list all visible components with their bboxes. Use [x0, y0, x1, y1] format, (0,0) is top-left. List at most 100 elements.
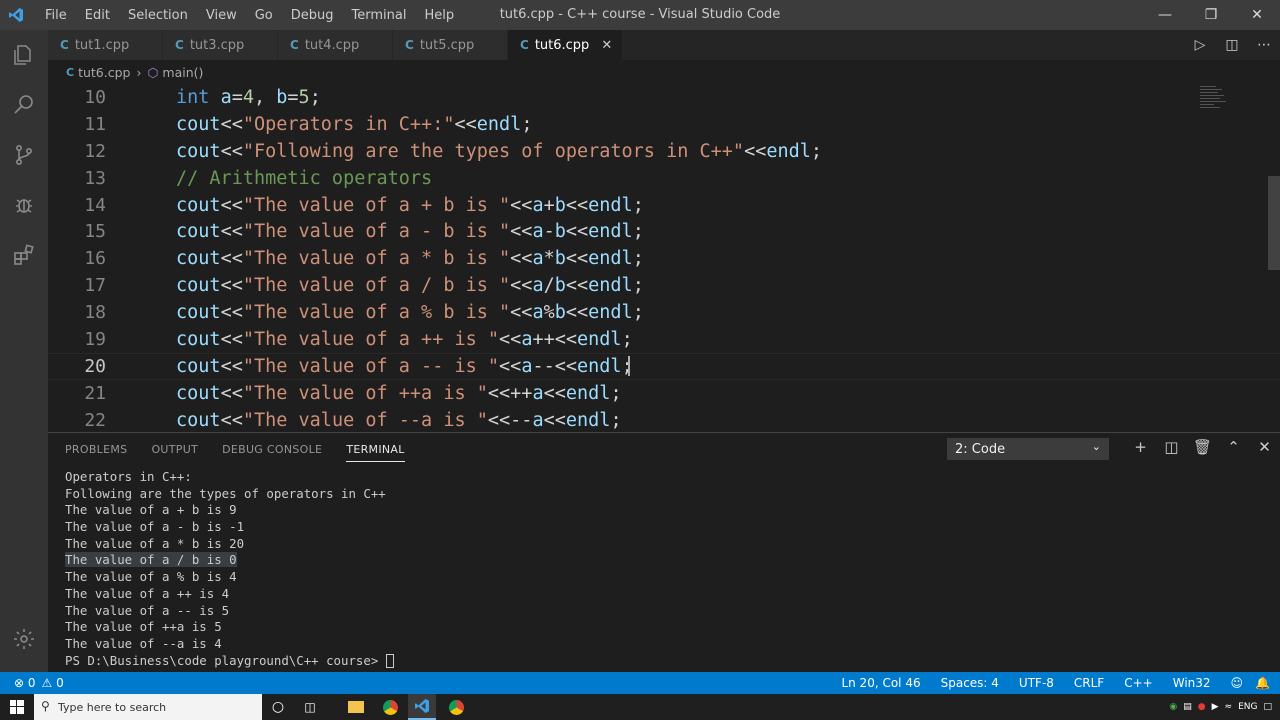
- cortana-icon[interactable]: ○: [264, 694, 292, 720]
- terminal-line: The value of a -- is 5: [65, 602, 230, 618]
- menu-go[interactable]: Go: [246, 8, 282, 23]
- line-number: 22: [84, 409, 106, 430]
- debug-icon[interactable]: [0, 180, 48, 230]
- terminal-output[interactable]: Operators in C++: Following are the type…: [48, 469, 1280, 669]
- tab-output[interactable]: OUTPUT: [151, 443, 198, 456]
- code-line: 14 cout<<"The value of a + b is "<<a+b<<e…: [48, 192, 1280, 219]
- record-icon[interactable]: ●: [1198, 702, 1206, 712]
- cursor-position[interactable]: Ln 20, Col 46: [841, 676, 920, 690]
- encoding[interactable]: UTF-8: [1019, 676, 1054, 690]
- cpp-file-icon: C: [60, 38, 69, 52]
- windows-start-icon[interactable]: [3, 694, 31, 720]
- line-number: 13: [84, 167, 106, 189]
- more-actions-icon[interactable]: ⋯: [1248, 37, 1280, 53]
- split-terminal-icon[interactable]: ◫: [1156, 438, 1187, 456]
- taskbar-search[interactable]: ⚲ Type here to search: [34, 694, 262, 720]
- code-text: cout<<"The value of a / b is "<<a/b<<end…: [176, 275, 644, 297]
- code-editor[interactable]: 10 int a=4, b=5; 11 cout<<"Operators in C+…: [48, 84, 1280, 430]
- menu-help[interactable]: Help: [415, 8, 463, 23]
- menu-file[interactable]: File: [36, 8, 76, 23]
- code-line-current: 20 cout<<"The value of a -- is "<<a--<<en…: [48, 352, 1280, 380]
- terminal-select[interactable]: 2: Code ⌄: [947, 438, 1109, 460]
- code-line: 22 cout<<"The value of --a is "<<--a<<end…: [48, 407, 1280, 430]
- search-icon[interactable]: [0, 80, 48, 130]
- volume-icon[interactable]: ▶: [1212, 702, 1219, 712]
- tab-tut3[interactable]: Ctut3.cpp: [163, 30, 278, 60]
- terminal-cursor: [385, 654, 394, 669]
- platform[interactable]: Win32: [1173, 676, 1211, 690]
- terminal-select-value: 2: Code: [955, 441, 1006, 457]
- tab-label: tut1.cpp: [74, 37, 130, 53]
- menu-selection[interactable]: Selection: [119, 8, 197, 23]
- file-explorer-icon[interactable]: [342, 694, 370, 720]
- minimap[interactable]: [1198, 84, 1228, 114]
- extensions-icon[interactable]: [0, 230, 48, 280]
- network-icon[interactable]: ▤: [1183, 702, 1192, 712]
- explorer-icon[interactable]: [0, 30, 48, 80]
- code-text: // Arithmetic operators: [176, 167, 433, 189]
- line-number: 16: [84, 248, 106, 270]
- chevron-right-icon: ›: [136, 64, 142, 80]
- tab-tut6[interactable]: Ctut6.cpp ✕: [508, 30, 623, 60]
- menu-terminal[interactable]: Terminal: [343, 8, 416, 23]
- minimize-button[interactable]: —: [1142, 0, 1188, 30]
- code-text: int a=4, b=5;: [176, 86, 321, 108]
- maximize-panel-icon[interactable]: ⌃: [1218, 438, 1249, 456]
- chevron-down-icon: ⌄: [1091, 440, 1101, 453]
- terminal-line: The value of a - b is -1: [65, 519, 245, 535]
- tab-terminal[interactable]: TERMINAL: [346, 443, 405, 462]
- vscode-logo-icon: [0, 0, 32, 30]
- close-panel-icon[interactable]: ✕: [1249, 438, 1280, 456]
- code-line: 15 cout<<"The value of a - b is "<<a-b<<e…: [48, 218, 1280, 245]
- tab-tut4[interactable]: Ctut4.cpp: [278, 30, 393, 60]
- line-number: 11: [84, 113, 106, 135]
- tab-problems[interactable]: PROBLEMS: [65, 443, 127, 456]
- chrome-icon[interactable]: [376, 694, 404, 720]
- cpp-file-icon: C: [520, 38, 529, 52]
- terminal-line: The value of ++a is 5: [65, 619, 222, 635]
- source-control-icon[interactable]: [0, 130, 48, 180]
- new-terminal-icon[interactable]: +: [1125, 438, 1156, 456]
- close-window-button[interactable]: ✕: [1234, 0, 1280, 30]
- tab-debug-console[interactable]: DEBUG CONSOLE: [222, 443, 322, 456]
- error-icon: ⊗: [14, 676, 25, 690]
- chrome-profile-icon[interactable]: [442, 694, 470, 720]
- language-mode[interactable]: C++: [1124, 676, 1153, 690]
- tray-app-icon[interactable]: ◉: [1169, 702, 1177, 712]
- breadcrumb-symbol[interactable]: main(): [162, 65, 203, 80]
- terminal-line: The value of a ++ is 4: [65, 585, 230, 601]
- tab-tut5[interactable]: Ctut5.cpp: [393, 30, 508, 60]
- bell-icon[interactable]: 🔔: [1255, 676, 1270, 690]
- wifi-icon[interactable]: ≈: [1225, 702, 1233, 712]
- menu-view[interactable]: View: [197, 8, 246, 23]
- vscode-taskbar-icon[interactable]: [408, 694, 436, 720]
- code-text: cout<<"The value of a - b is "<<a-b<<end…: [176, 221, 644, 243]
- code-line: 16 cout<<"The value of a * b is "<<a*b<<e…: [48, 245, 1280, 272]
- trash-icon[interactable]: 🗑: [1187, 438, 1218, 456]
- line-number: 10: [84, 86, 106, 108]
- run-icon[interactable]: ▷: [1184, 37, 1216, 53]
- menu-edit[interactable]: Edit: [76, 8, 119, 23]
- feedback-icon[interactable]: ☺: [1231, 676, 1244, 690]
- errors-indicator[interactable]: ⊗ 0: [14, 676, 36, 690]
- split-editor-icon[interactable]: ◫: [1216, 37, 1248, 53]
- task-view-icon[interactable]: ◫: [296, 694, 324, 720]
- title-bar: File Edit Selection View Go Debug Termin…: [0, 0, 1280, 30]
- breadcrumb-file[interactable]: tut6.cpp: [78, 65, 130, 80]
- close-tab-icon[interactable]: ✕: [601, 38, 612, 53]
- warnings-indicator[interactable]: ⚠ 0: [42, 676, 64, 690]
- tab-tut1[interactable]: Ctut1.cpp: [48, 30, 163, 60]
- editor-scrollbar[interactable]: [1268, 176, 1280, 270]
- terminal-line: The value of a % b is 4: [65, 569, 237, 585]
- end-of-line[interactable]: CRLF: [1074, 676, 1104, 690]
- code-text: cout<<"The value of a * b is "<<a*b<<end…: [176, 248, 644, 270]
- settings-gear-icon[interactable]: [0, 614, 48, 664]
- notifications-icon[interactable]: □: [1263, 702, 1272, 712]
- code-line: 21 cout<<"The value of ++a is "<<++a<<end…: [48, 380, 1280, 407]
- tab-label: tut6.cpp: [534, 37, 590, 53]
- code-text: cout<<"The value of a + b is "<<a+b<<end…: [176, 194, 644, 216]
- menu-debug[interactable]: Debug: [282, 8, 343, 23]
- restore-button[interactable]: ❐: [1188, 0, 1234, 30]
- indentation[interactable]: Spaces: 4: [941, 676, 999, 690]
- language-indicator[interactable]: ENG: [1238, 702, 1257, 712]
